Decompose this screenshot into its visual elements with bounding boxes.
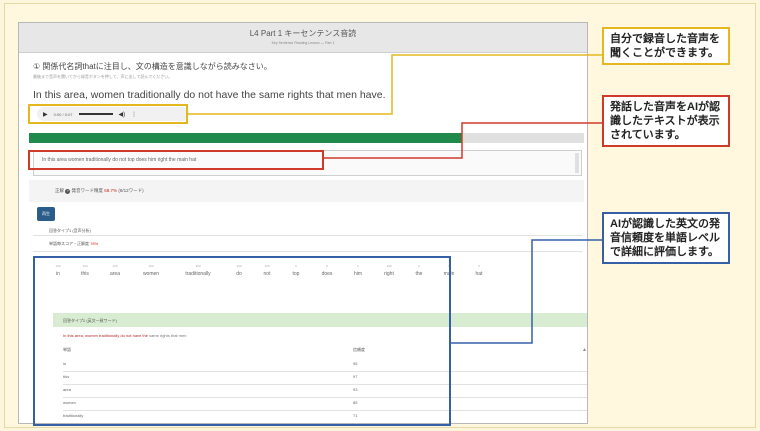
callout-evaluation: AIが認識した英文の発音信頼度を単語レベルで詳細に評価します。 — [602, 212, 730, 264]
callout-recognized: 発話した音声をAIが認識したテキストが表示されています。 — [602, 95, 730, 147]
callout-record: 自分で録音した音声を聞くことができます。 — [602, 27, 730, 65]
